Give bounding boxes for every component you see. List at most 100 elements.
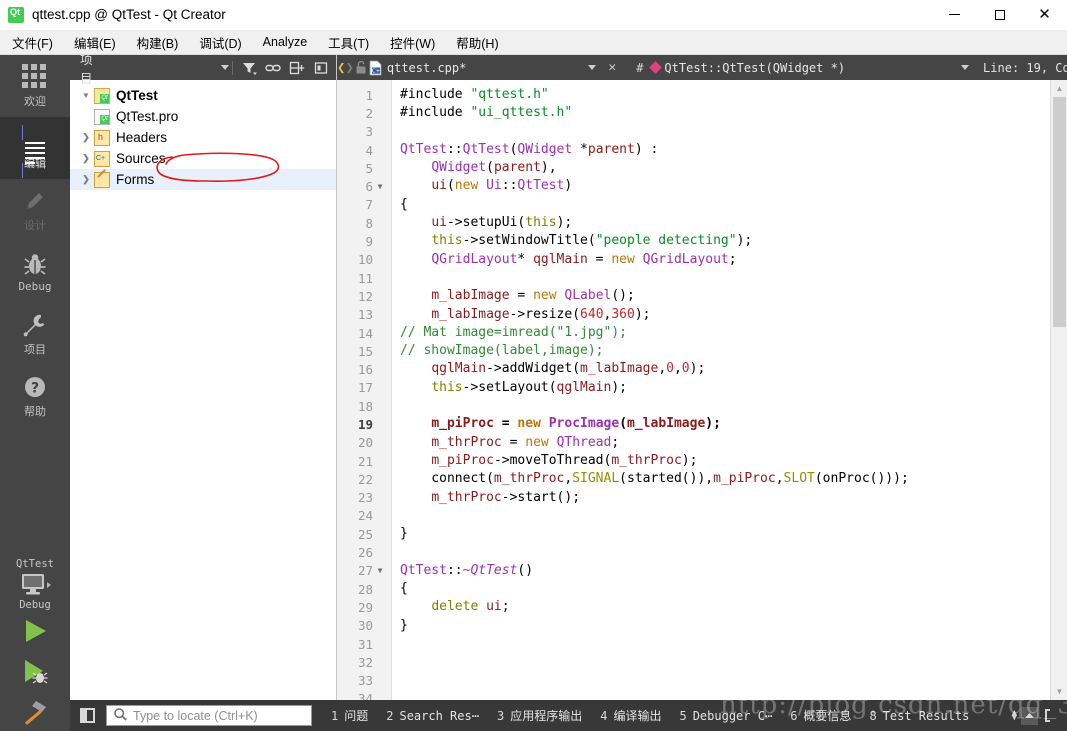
menu-tools[interactable]: 工具(T): [319, 30, 378, 55]
code-line[interactable]: m_thrProc->start();: [400, 489, 1067, 507]
code-line[interactable]: m_piProc = new ProcImage(m_labImage);: [400, 415, 1067, 433]
code-area[interactable]: 1 2 3 4 5 6 ▼ 7 8 9 10 11 12 13 14 15 16 17 18 19 20 21 22 23 24…: [337, 80, 1067, 700]
code-line[interactable]: {: [400, 580, 1067, 598]
code-line[interactable]: m_thrProc = new QThread;: [400, 434, 1067, 452]
code-line[interactable]: {: [400, 196, 1067, 214]
unlocked-icon[interactable]: [354, 55, 368, 80]
code-line[interactable]: #include "qttest.h": [400, 86, 1067, 104]
code-line[interactable]: QtTest::~QtTest(): [400, 562, 1067, 580]
minimize-button[interactable]: [932, 0, 977, 30]
code-line[interactable]: m_labImage->resize(640,360);: [400, 306, 1067, 324]
code-line[interactable]: [400, 543, 1067, 561]
scroll-down-arrow[interactable]: ▼: [1051, 683, 1067, 700]
menu-widgets[interactable]: 控件(W): [381, 30, 444, 55]
chevron-right-icon[interactable]: [78, 132, 94, 143]
line-number: 15: [357, 343, 373, 359]
maximize-button[interactable]: [977, 0, 1022, 30]
filter-icon[interactable]: [238, 57, 260, 79]
split-add-icon[interactable]: [286, 57, 308, 79]
pane-number: 1: [331, 708, 339, 723]
mode-edit[interactable]: 编辑: [0, 117, 70, 179]
code-line[interactable]: m_labImage = new QLabel();: [400, 287, 1067, 305]
code-line[interactable]: m_piProc->moveToThread(m_thrProc);: [400, 452, 1067, 470]
source-code[interactable]: #include "qttest.h" #include "ui_qttest.h…: [392, 80, 1067, 700]
chevron-down-icon[interactable]: [588, 65, 597, 70]
menu-build[interactable]: 构建(B): [128, 30, 188, 55]
editor-scrollbar[interactable]: ▲ ▼: [1050, 80, 1067, 700]
open-file-combo[interactable]: qttest.cpp*: [383, 57, 470, 78]
run-button[interactable]: [0, 611, 70, 651]
search-input[interactable]: Type to locate (Ctrl+K): [106, 705, 312, 726]
code-line[interactable]: [400, 269, 1067, 287]
chevron-right-icon[interactable]: [78, 174, 94, 185]
chevron-left-icon[interactable]: ❮: [337, 55, 345, 80]
code-line[interactable]: [400, 635, 1067, 653]
code-line[interactable]: // Mat image=imread("1.jpg");: [400, 324, 1067, 342]
tree-item-sources[interactable]: Sources: [70, 148, 336, 169]
code-line[interactable]: ui(new Ui::QtTest): [400, 177, 1067, 195]
menu-file[interactable]: 文件(F): [3, 30, 62, 55]
pane-label: 编译输出: [613, 709, 662, 723]
code-line[interactable]: this->setLayout(qglMain);: [400, 379, 1067, 397]
chevron-down-icon[interactable]: [78, 91, 94, 100]
kit-selector[interactable]: QtTest Debug: [0, 558, 70, 611]
stepper-icon[interactable]: ▲ ▼: [1012, 708, 1017, 722]
code-line[interactable]: [400, 690, 1067, 700]
code-line[interactable]: // showImage(label,image);: [400, 342, 1067, 360]
chevron-down-icon[interactable]: [221, 65, 229, 70]
build-button[interactable]: [0, 691, 70, 731]
close-button[interactable]: ✕: [1022, 0, 1067, 30]
link-icon[interactable]: [262, 57, 284, 79]
code-line[interactable]: connect(m_thrProc,SIGNAL(started()),m_pi…: [400, 470, 1067, 488]
code-line[interactable]: [400, 507, 1067, 525]
scrollbar-track[interactable]: [1051, 97, 1067, 683]
output-pane-search-results[interactable]: 2 Search Res⋯: [377, 706, 488, 726]
menu-help[interactable]: 帮助(H): [447, 30, 507, 55]
chevron-right-icon[interactable]: [78, 153, 94, 164]
menu-analyze[interactable]: Analyze: [254, 32, 316, 52]
chevron-right-icon[interactable]: ❯: [345, 55, 353, 80]
code-line[interactable]: QGridLayout* qglMain = new QGridLayout;: [400, 251, 1067, 269]
menu-debug[interactable]: 调试(D): [190, 30, 250, 55]
scroll-up-arrow[interactable]: ▲: [1051, 80, 1067, 97]
output-pane-issues[interactable]: 1 问题: [322, 704, 377, 727]
sidebar-toggle-icon[interactable]: [74, 705, 100, 727]
mode-design-label: 设计: [24, 218, 46, 232]
code-line[interactable]: }: [400, 617, 1067, 635]
scrollbar-thumb[interactable]: [1053, 97, 1066, 327]
play-bug-icon: [25, 660, 48, 684]
code-line[interactable]: #include "ui_qttest.h": [400, 104, 1067, 122]
close-pane-icon[interactable]: [310, 57, 332, 79]
code-line[interactable]: qglMain->addWidget(m_labImage,0,0);: [400, 360, 1067, 378]
output-pane-compile-output[interactable]: 4 编译输出: [591, 704, 670, 727]
code-line[interactable]: [400, 397, 1067, 415]
mode-debug[interactable]: Debug: [0, 241, 70, 303]
line-number: 25: [357, 526, 373, 542]
tree-item-headers[interactable]: Headers: [70, 127, 336, 148]
output-pane-application-output[interactable]: 3 应用程序输出: [488, 704, 591, 727]
code-line[interactable]: this->setWindowTitle("people detecting")…: [400, 232, 1067, 250]
close-document-button[interactable]: ✕: [602, 60, 622, 75]
tree-item-forms[interactable]: Forms: [70, 169, 336, 190]
code-line[interactable]: QtTest::QtTest(QWidget *parent) :: [400, 141, 1067, 159]
code-line[interactable]: [400, 672, 1067, 690]
chevron-down-icon[interactable]: [961, 65, 970, 70]
debug-button[interactable]: [0, 651, 70, 691]
tree-item-qttest-pro[interactable]: Qt QtTest.pro: [70, 106, 336, 127]
code-line[interactable]: }: [400, 525, 1067, 543]
symbol-combo[interactable]: QtTest::QtTest(QWidget *): [660, 57, 849, 78]
code-line[interactable]: ui->setupUi(this);: [400, 214, 1067, 232]
output-pane-test-results[interactable]: 8 Test Results: [860, 706, 978, 726]
mode-projects[interactable]: 项目: [0, 303, 70, 365]
line-number-gutter: 1 2 3 4 5 6 ▼ 7 8 9 10 11 12 13 14 15 16 17 18 19 20 21 22 23 24…: [337, 80, 392, 700]
code-line[interactable]: delete ui;: [400, 598, 1067, 616]
output-pane-general-messages[interactable]: 6 概要信息: [781, 704, 860, 727]
code-line[interactable]: QWidget(parent),: [400, 159, 1067, 177]
code-line[interactable]: [400, 653, 1067, 671]
chevron-up-icon[interactable]: [1021, 706, 1038, 725]
output-pane-debugger-console[interactable]: 5 Debugger C⋯: [670, 706, 781, 726]
code-line[interactable]: [400, 123, 1067, 141]
tree-item-qttest[interactable]: Qt QtTest: [70, 85, 336, 106]
mode-help[interactable]: ? 帮助: [0, 365, 70, 427]
mode-welcome[interactable]: 欢迎: [0, 55, 70, 117]
